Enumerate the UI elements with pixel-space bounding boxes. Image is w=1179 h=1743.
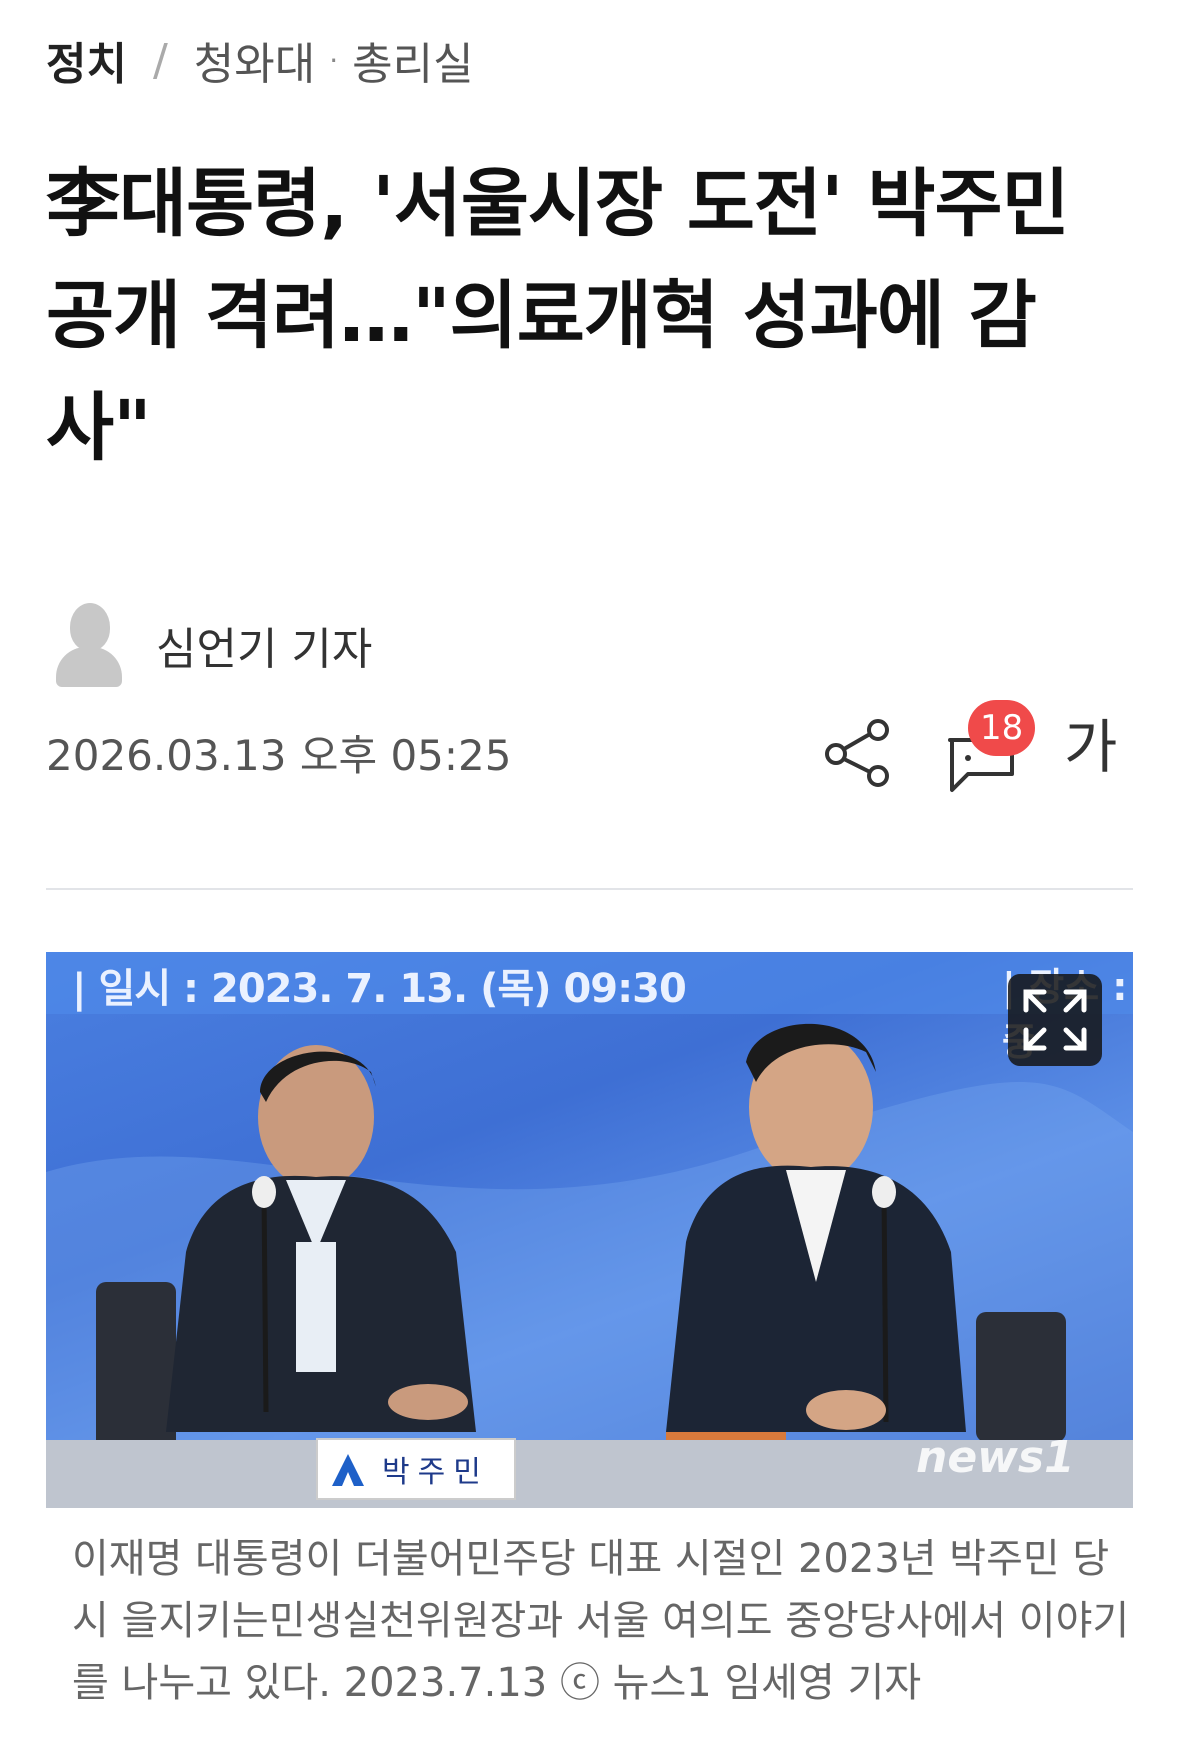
news1-watermark: news1: [916, 1432, 1075, 1483]
breadcrumb-subcategory[interactable]: 청와대: [194, 28, 315, 92]
expand-icon: [1023, 989, 1087, 1051]
expand-photo-button[interactable]: [1008, 974, 1102, 1066]
share-icon: [825, 719, 889, 787]
publish-datetime: 2026.03.13 오후 05:25: [46, 731, 512, 780]
comment-button[interactable]: 18: [938, 700, 1048, 800]
person-silhouette-icon: [56, 603, 122, 687]
share-button[interactable]: [822, 718, 892, 788]
nameplate-name: 박주민: [382, 1455, 489, 1490]
comment-count-badge: 18: [968, 700, 1036, 756]
party-logo-icon: [332, 1454, 364, 1486]
article-headline: 李대통령, '서울시장 도전' 박주민 공개 격려…"의료개혁 성과에 감사": [46, 161, 1070, 471]
breadcrumb-category[interactable]: 정치: [46, 28, 127, 92]
article-photo[interactable]: | 일시 : 2023. 7. 13. (목) 09:30 | 장소 : 중: [46, 952, 1133, 1508]
breadcrumb-dot: ·: [329, 43, 339, 77]
font-size-button[interactable]: 가: [1064, 712, 1117, 782]
byline: 심언기 기자: [56, 600, 372, 690]
breadcrumb: 정치 / 청와대 · 총리실: [46, 28, 474, 92]
breadcrumb-subcategory-2[interactable]: 총리실: [352, 28, 473, 92]
nameplate: 박주민: [316, 1438, 516, 1500]
photo-caption: 이재명 대통령이 더불어민주당 대표 시절인 2023년 박주민 당시 을지키는…: [72, 1536, 1130, 1706]
breadcrumb-separator: /: [152, 34, 168, 86]
divider: [46, 888, 1133, 890]
photo-scene: [46, 1023, 1133, 1508]
reporter-name[interactable]: 심언기 기자: [156, 613, 372, 677]
